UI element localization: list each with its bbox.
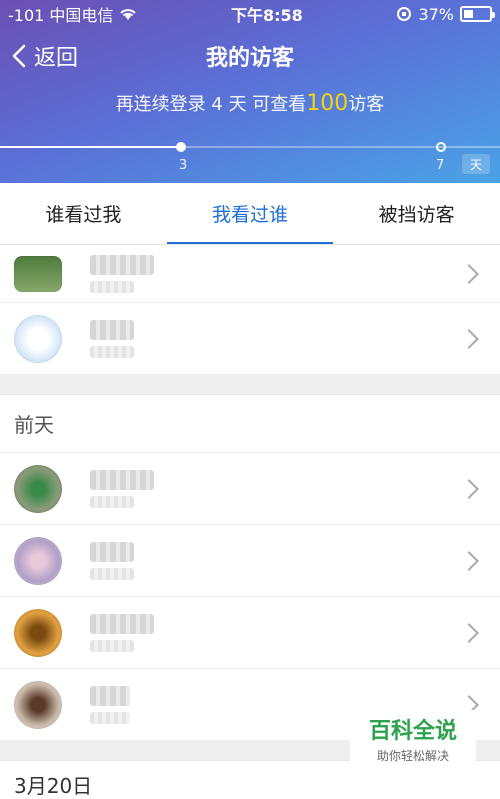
back-button[interactable]: 返回 <box>12 40 78 72</box>
tab-blocked-visitors[interactable]: 被挡访客 <box>333 183 500 244</box>
blurred-name <box>90 685 130 706</box>
login-note-suffix: 访客 <box>348 94 385 115</box>
blurred-subtext <box>90 345 134 358</box>
day-unit-badge: 天 <box>462 154 490 174</box>
progress-fill <box>0 146 180 148</box>
next-section-header: 3月20日 <box>14 774 93 798</box>
rotation-lock-icon <box>397 7 412 21</box>
chevron-right-icon <box>459 328 479 349</box>
login-note-prefix: 再连续登录 4 天 可查看 <box>115 94 307 115</box>
blurred-name <box>90 613 154 634</box>
progress-marker-current <box>176 142 186 152</box>
avatar <box>14 314 62 363</box>
blurred-name <box>90 541 134 562</box>
chevron-right-icon <box>459 478 479 499</box>
blurred-subtext <box>90 567 134 580</box>
blurred-subtext <box>90 639 134 652</box>
login-note: 再连续登录 4 天 可查看100访客 <box>0 90 500 116</box>
list-item[interactable] <box>0 453 500 525</box>
avatar <box>14 680 62 729</box>
blurred-subtext <box>90 280 134 293</box>
back-label: 返回 <box>34 46 79 71</box>
page-title: 我的访客 <box>205 46 294 71</box>
list-item[interactable] <box>0 245 500 303</box>
login-progress: 3 7 天 <box>0 138 500 178</box>
avatar <box>14 255 62 292</box>
list-item[interactable] <box>0 597 500 669</box>
carrier-label: -101 中国电信 <box>8 6 114 25</box>
blurred-name <box>90 319 134 340</box>
blurred-subtext <box>90 711 130 724</box>
nav-bar: 返回 我的访客 <box>0 28 500 84</box>
login-note-highlight: 100 <box>306 91 349 116</box>
list-item[interactable] <box>0 303 500 375</box>
battery-percent: 37% <box>418 4 454 24</box>
visitor-list: 前天 <box>0 245 500 761</box>
header: -101 中国电信 下午8:58 37% 返回 我的访客 再连续登录 4 天 可… <box>0 0 500 183</box>
chevron-right-icon <box>459 263 479 284</box>
chevron-left-icon <box>12 44 26 68</box>
section-header: 前天 <box>0 395 500 453</box>
blurred-name <box>90 254 154 275</box>
tick-current: 3 <box>179 158 188 173</box>
tick-max: 7 <box>436 158 445 173</box>
blurred-subtext <box>90 495 134 508</box>
watermark-title: 百科全说 <box>368 718 457 744</box>
watermark-subtitle: 助你轻松解决 <box>376 748 449 763</box>
wifi-icon <box>120 9 137 20</box>
chevron-right-icon <box>459 622 479 643</box>
tab-who-viewed-me[interactable]: 谁看过我 <box>0 183 167 244</box>
battery-icon <box>460 6 495 22</box>
blurred-name <box>90 469 154 490</box>
tab-bar: 谁看过我 我看过谁 被挡访客 <box>0 183 500 245</box>
chevron-right-icon <box>459 550 479 571</box>
section-divider <box>0 375 500 395</box>
watermark: 百科全说 助你轻松解决 <box>350 710 476 766</box>
avatar <box>14 608 62 657</box>
progress-track <box>0 146 500 148</box>
time-label: 下午8:58 <box>231 6 303 25</box>
progress-marker-end <box>436 142 446 152</box>
avatar <box>14 536 62 585</box>
status-bar: -101 中国电信 下午8:58 37% <box>0 0 500 28</box>
tab-who-i-viewed[interactable]: 我看过谁 <box>166 183 334 244</box>
list-item[interactable] <box>0 525 500 597</box>
avatar <box>14 464 62 513</box>
